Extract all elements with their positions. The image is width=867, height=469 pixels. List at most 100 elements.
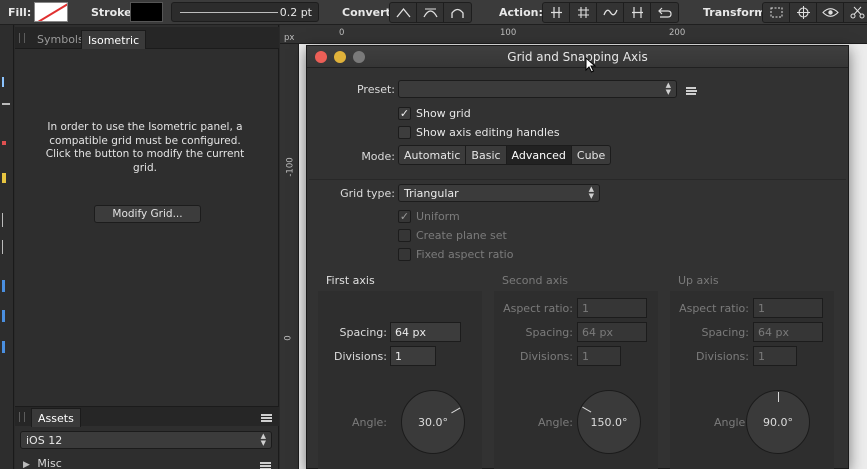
up-aspect-field[interactable]: 1 [753,298,823,318]
first-divisions-field[interactable]: 1 [390,346,436,366]
first-angle-label: Angle: [351,416,387,429]
checkbox-box [398,229,411,242]
stroke-width-slider[interactable]: 0.2 pt [171,2,319,22]
isometric-panel: Symbols Isometric In order to use the Is… [15,25,279,469]
fill-swatch[interactable] [34,2,68,22]
first-spacing-label: Spacing: [339,326,387,339]
break-curve-icon[interactable] [543,3,570,22]
grid-type-value: Triangular [404,187,459,200]
second-angle-label: Angle: [537,416,573,429]
reverse-curve-icon[interactable] [624,3,651,22]
brush-tool-icon[interactable] [2,141,6,145]
mode-cube-button[interactable]: Cube [572,146,610,164]
action-label: Action: [499,6,543,19]
smart-node-icon[interactable] [444,3,471,22]
checkbox-box [398,126,411,139]
first-angle-dial[interactable]: 30.0° [401,390,465,454]
smooth-curve-icon[interactable] [597,3,624,22]
misc-section[interactable]: ▶ Misc [23,457,62,469]
ruler-tick-label: -100 [285,157,296,177]
preset-menu-icon[interactable] [686,87,697,95]
misc-menu-icon[interactable] [260,462,271,469]
transparency-tool-icon[interactable] [2,341,5,353]
transform-bounds-icon[interactable] [763,3,790,22]
preset-dropdown[interactable]: ▲ ▼ [398,80,677,98]
grid-snapping-dialog: Grid and Snapping Axis Preset: ▲ ▼ ✓ Show… [306,45,849,469]
assets-tabbar: Assets [15,406,279,427]
fill-tool-icon[interactable] [2,310,5,322]
eye-icon[interactable] [817,3,844,22]
transform-group [762,2,867,23]
up-axis-title: Up axis [678,274,719,287]
assets-menu-icon[interactable] [261,414,272,422]
close-curve-icon[interactable] [651,3,678,22]
up-spacing-field[interactable]: 64 px [753,322,823,342]
transform-label: Transform: [703,6,771,19]
up-angle-value: 90.0° [763,416,793,429]
ruler-tick-label: 100 [500,28,517,38]
second-divisions-field[interactable]: 1 [577,346,621,366]
stroke-swatch[interactable] [130,2,163,22]
sharp-node-icon[interactable] [390,3,417,22]
panel-grip-handle[interactable] [19,33,25,43]
smooth-node-icon[interactable] [417,3,444,22]
stroke-width-value: 0.2 pt [279,6,312,19]
stroke-label: Stroke [91,6,132,19]
line-tool-icon[interactable] [2,103,10,105]
second-angle-dial[interactable]: 150.0° [577,390,641,454]
checkmark-icon: ✓ [398,107,411,120]
target-icon[interactable] [790,3,817,22]
disclosure-triangle-icon[interactable]: ▶ [23,460,30,469]
mode-automatic-button[interactable]: Automatic [399,146,467,164]
first-angle-value: 30.0° [418,416,448,429]
first-spacing-field[interactable]: 64 px [390,322,461,342]
modify-grid-button[interactable]: Modify Grid... [94,205,201,223]
first-axis-panel: Spacing: 64 px Divisions: 1 Angle: 30.0° [318,291,482,469]
show-axis-handles-checkbox[interactable]: Show axis editing handles [398,126,560,139]
assets-category-select[interactable]: iOS 12 ▲ ▼ [20,431,272,449]
checkmark-icon: ✓ [398,210,411,223]
select-arrows-icon: ▲ ▼ [260,432,266,447]
second-aspect-label: Aspect ratio: [503,302,573,315]
dialog-titlebar[interactable]: Grid and Snapping Axis [307,46,848,68]
fixed-aspect-checkbox[interactable]: Fixed aspect ratio [398,248,513,261]
mode-segmented-control: Automatic Basic Advanced Cube [398,145,612,165]
create-plane-set-checkbox[interactable]: Create plane set [398,229,507,242]
ruler-tick-label: 0 [283,335,294,341]
mode-basic-button[interactable]: Basic [466,146,507,164]
curve-tool-icon[interactable] [2,77,10,87]
action-group [542,2,679,23]
convert-label: Convert: [342,6,396,19]
isometric-message: In order to use the Isometric panel, a c… [45,121,245,174]
show-grid-checkbox[interactable]: ✓ Show grid [398,107,471,120]
mouse-cursor-icon [585,57,597,73]
assets-grip-handle[interactable] [19,412,25,422]
up-angle-dial[interactable]: 90.0° [746,390,810,454]
pencil-tool-icon[interactable] [2,173,6,183]
tab-assets[interactable]: Assets [31,408,81,427]
scissors-icon[interactable] [844,3,867,22]
up-divisions-field[interactable]: 1 [753,346,797,366]
uniform-checkbox[interactable]: ✓ Uniform [398,210,460,223]
vertical-ruler: -100 0 [280,44,299,469]
tab-isometric[interactable]: Isometric [81,30,147,49]
mode-advanced-button[interactable]: Advanced [506,146,572,164]
text-tool-icon[interactable] [2,240,10,254]
crop-tool-icon[interactable] [2,213,10,227]
shape-tool-icon[interactable] [2,280,5,292]
preset-label: Preset: [356,83,395,96]
ruler-tick-label: 0 [339,28,345,38]
first-axis-title: First axis [326,274,375,287]
grid-type-dropdown[interactable]: Triangular ▲ ▼ [398,184,600,202]
select-arrows-icon: ▲ ▼ [665,81,671,96]
mode-label: Mode: [361,150,395,163]
second-aspect-field[interactable]: 1 [577,298,647,318]
dial-handle [582,406,592,413]
panel-tabbar: Symbols Isometric [15,27,279,49]
create-plane-label: Create plane set [416,229,507,242]
second-spacing-label: Spacing: [525,326,573,339]
join-curves-icon[interactable] [570,3,597,22]
fill-label: Fill: [8,6,32,19]
show-axis-label: Show axis editing handles [416,126,560,139]
second-spacing-field[interactable]: 64 px [577,322,647,342]
